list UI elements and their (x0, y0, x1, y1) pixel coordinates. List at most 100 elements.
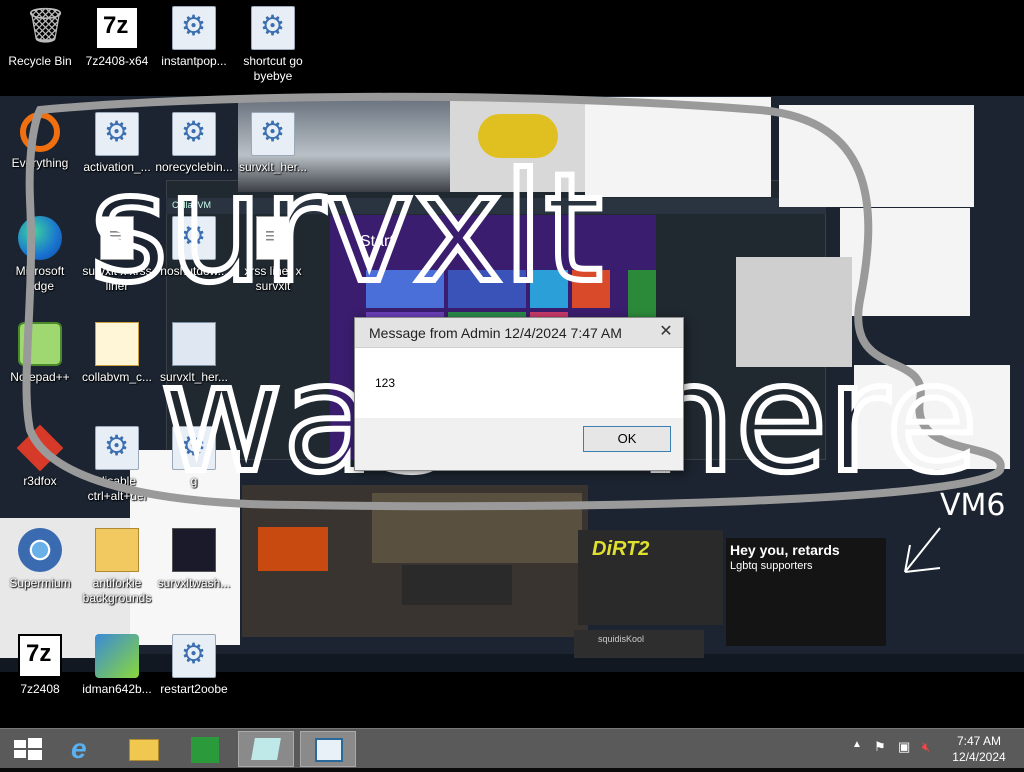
installer-icon (95, 634, 139, 678)
internet-explorer-button[interactable]: e (57, 731, 113, 767)
batch-file-icon (251, 6, 295, 50)
start-tile (530, 270, 568, 308)
taskbar-clock[interactable]: 7:47 AM 12/4/2024 (946, 733, 1012, 765)
wallpaper-image (450, 100, 585, 192)
start-tile (366, 270, 444, 308)
g-icon-item[interactable]: g (154, 426, 234, 489)
text-file-icon (100, 216, 134, 260)
batch-file-icon (172, 426, 216, 470)
message-box-title: Message from Admin 12/4/2024 7:47 AM (369, 325, 622, 341)
wallpaper-collage-image (242, 485, 588, 637)
icon-label: Supermium (9, 576, 71, 590)
collabvm-cert-icon-item[interactable]: collabvm_c... (77, 322, 157, 385)
start-tile (572, 270, 610, 308)
instantpop-icon-item[interactable]: instantpop... (154, 6, 234, 69)
icon-label: Microsoft Edge (15, 264, 65, 293)
taskbar-app-2[interactable] (300, 731, 356, 767)
7z2408-icon-item[interactable]: 7z2408 (0, 634, 80, 697)
start-button[interactable] (0, 731, 56, 767)
edge-icon-item[interactable]: Microsoft Edge (0, 216, 80, 294)
icon-label: Notepad++ (10, 370, 70, 384)
action-center-flag-icon[interactable]: ⚑ (874, 739, 886, 755)
7zip-installer-icon (95, 6, 139, 50)
file-explorer-button[interactable] (115, 731, 171, 767)
wallpaper-collabvm-toolbar (166, 198, 826, 214)
sketch-drawing-image (840, 208, 970, 316)
noshutdown-icon-item[interactable]: noshutdow... (154, 216, 234, 279)
icon-label: survxltwash... (157, 576, 231, 590)
store-icon (191, 737, 219, 763)
icon-label: instantpop... (161, 54, 227, 68)
batch-file-icon (251, 112, 295, 156)
app-icon (251, 738, 281, 760)
icon-label: xrss liner x survxlt (244, 264, 302, 293)
7zip-icon (18, 634, 62, 678)
cartoon-characters-image (585, 97, 771, 197)
icon-label: survxlt_her... (159, 370, 229, 384)
everything-icon (20, 112, 60, 152)
idman-icon-item[interactable]: idman642b... (77, 634, 157, 697)
desktop: CollabVM Start DiRT2 Hey you, retards Lg… (0, 0, 1024, 728)
icon-label: g (190, 474, 198, 488)
antiforkie-backgrounds-icon-item[interactable]: antiforkie backgrounds (77, 528, 157, 606)
taskbar-app-1[interactable] (238, 731, 294, 767)
icon-label: Everything (11, 156, 69, 170)
icon-label: disable ctrl+alt+del (87, 474, 147, 503)
r3dfox-icon (16, 424, 64, 472)
taskbar: e ▲ ⚑ ▣ 🔇︎ 7:47 AM 12/4/2024 (0, 728, 1024, 768)
explosion-image (258, 527, 328, 571)
doodle-image (854, 365, 1010, 469)
shortcut-go-byebye-icon-item[interactable]: shortcut go byebye (233, 6, 313, 84)
icon-label: survxlt_her... (238, 160, 308, 174)
supermium-icon (18, 528, 62, 572)
supermium-icon-item[interactable]: Supermium (0, 528, 80, 591)
certificate-icon (95, 322, 139, 366)
show-hidden-icons-chevron-icon[interactable]: ▲ (852, 739, 862, 750)
restart2oobe-icon-item[interactable]: restart2oobe (154, 634, 234, 697)
network-icon[interactable]: ▣ (898, 739, 910, 755)
icon-label: noshutdow... (160, 264, 228, 278)
wallpaper-start-title: Start (360, 233, 394, 250)
windows-store-button[interactable] (177, 731, 233, 767)
message-box-titlebar[interactable]: Message from Admin 12/4/2024 7:47 AM ✕ (355, 318, 683, 348)
message-box-text: 123 (375, 376, 396, 390)
7zip-installer-icon-item[interactable]: 7z2408-x64 (77, 6, 157, 69)
recycle-bin-icon-item[interactable]: Recycle Bin (0, 6, 80, 69)
survxltwash-icon-item[interactable]: survxltwash... (154, 528, 234, 591)
icon-label: restart2oobe (160, 682, 228, 696)
message-box-dialog: Message from Admin 12/4/2024 7:47 AM ✕ 1… (354, 317, 684, 471)
icon-label: 7z2408 (20, 682, 60, 696)
start-tile (448, 270, 526, 308)
chat-message-image: squidisKool (574, 630, 704, 658)
r3dfox-icon-item[interactable]: r3dfox (0, 424, 80, 489)
car-image (402, 565, 512, 605)
batch-file-icon (172, 112, 216, 156)
volume-muted-icon[interactable]: 🔇︎ (922, 739, 930, 755)
close-icon[interactable]: ✕ (653, 320, 679, 344)
icon-label: activation_... (83, 160, 151, 174)
survxlt-x-xrss-liner-icon-item[interactable]: survxlt x xrss liner (77, 216, 157, 294)
norecyclebin-icon-item[interactable]: norecyclebin... (154, 112, 234, 175)
icon-label: survxlt x xrss liner (82, 264, 152, 293)
image-file-icon (172, 528, 216, 572)
batch-file-icon (172, 634, 216, 678)
message-box-body: 123 (355, 348, 683, 418)
windows-logo-icon (14, 738, 42, 760)
edge-icon (18, 216, 62, 260)
survxlt-her-window-icon-item[interactable]: survxlt_her... (154, 322, 234, 385)
icon-label: Recycle Bin (8, 54, 72, 68)
robot-toy-image (736, 257, 852, 367)
ok-button[interactable]: OK (583, 426, 671, 452)
meme-title: Hey you, retards (730, 542, 840, 558)
disable-ctrl-alt-del-icon-item[interactable]: disable ctrl+alt+del (77, 426, 157, 504)
icon-label: 7z2408-x64 (85, 54, 149, 68)
everything-icon-item[interactable]: Everything (0, 112, 80, 171)
icon-label: norecyclebin... (155, 160, 233, 174)
yellow-blob-image (478, 114, 558, 158)
batch-file-icon (95, 426, 139, 470)
xrss-liner-x-survxlt-icon-item[interactable]: xrss liner x survxlt (233, 216, 313, 294)
survxlt-her-icon-item[interactable]: survxlt_her... (233, 112, 313, 175)
notepadpp-icon-item[interactable]: Notepad++ (0, 322, 80, 385)
activation-icon-item[interactable]: activation_... (77, 112, 157, 175)
meme-image: Hey you, retards Lgbtq supporters (726, 538, 886, 646)
